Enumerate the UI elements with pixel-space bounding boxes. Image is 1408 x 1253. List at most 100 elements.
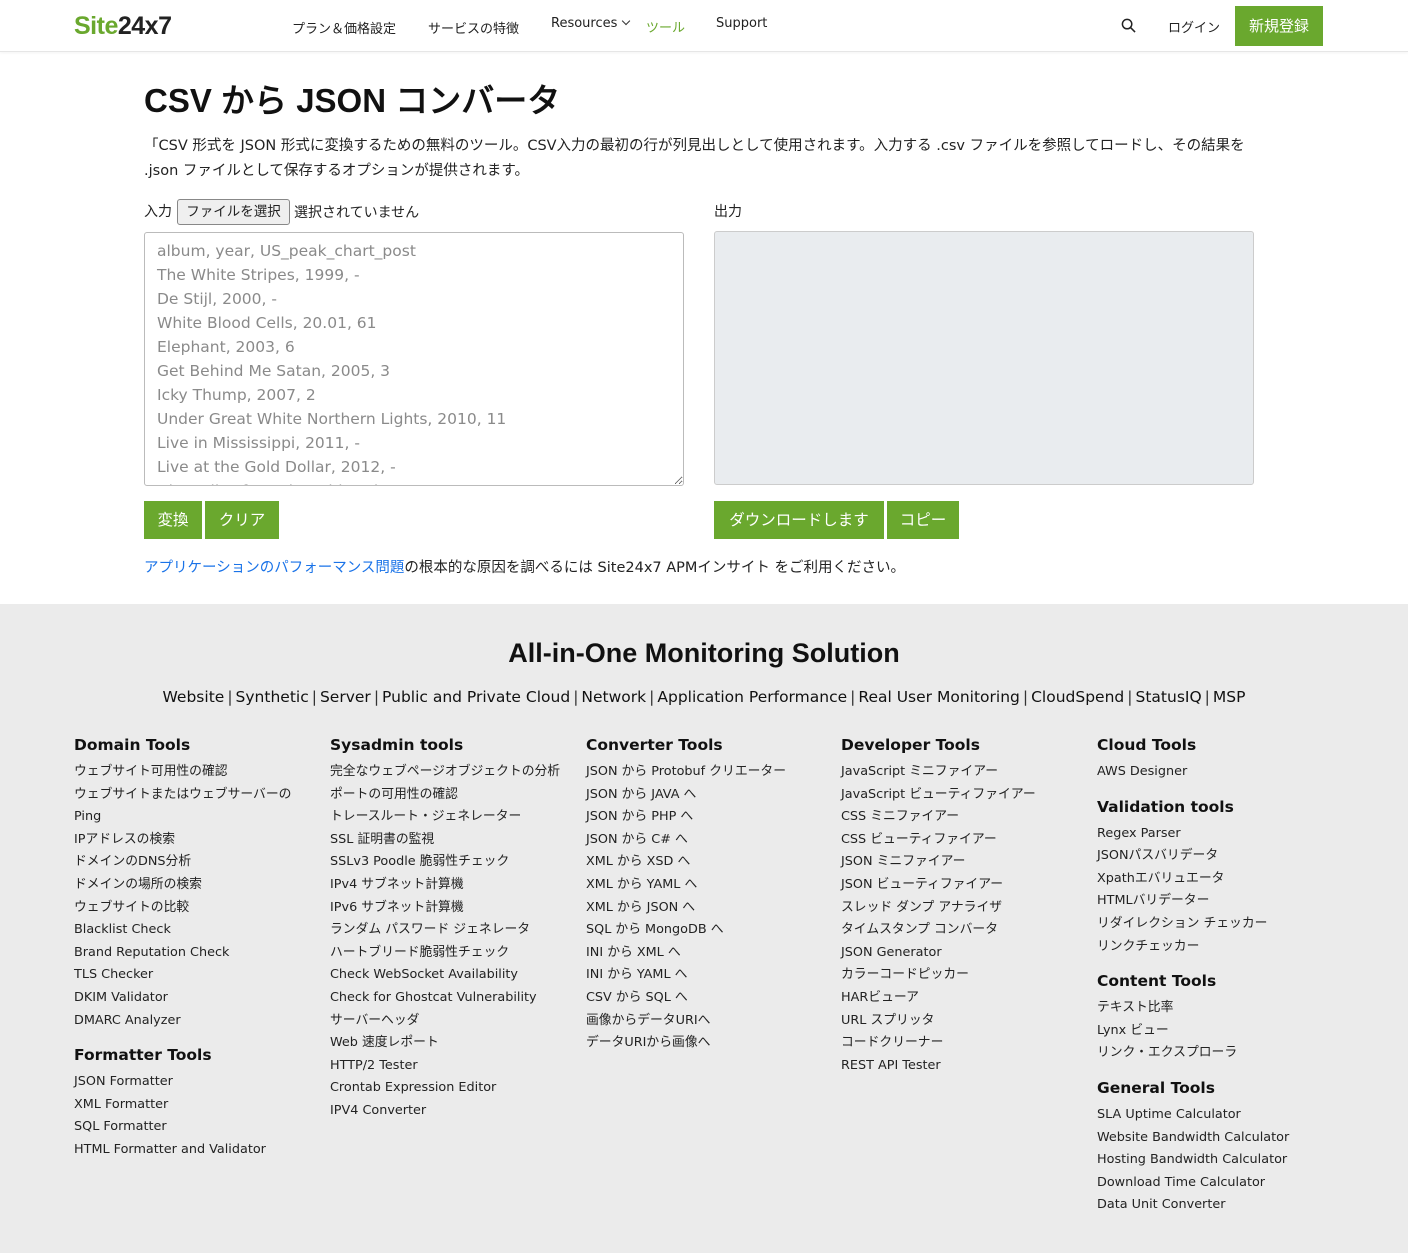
footer-tool-link[interactable]: スレッド ダンプ アナライザ	[841, 897, 1073, 920]
footer-tool-link[interactable]: Hosting Bandwidth Calculator	[1097, 1149, 1329, 1172]
footer-tool-link[interactable]: JSON から Protobuf クリエーター	[586, 761, 818, 784]
csv-input-textarea[interactable]: album, year, US_peak_chart_post The White…	[144, 232, 684, 486]
site24x7-logo[interactable]: Site24x7	[74, 12, 172, 41]
nav-item-3[interactable]: ツール	[646, 17, 685, 36]
footer-product-link[interactable]: Synthetic	[236, 688, 309, 706]
footer-tool-link[interactable]: Check for Ghostcat Vulnerability	[330, 987, 562, 1010]
footer-product-link[interactable]: Website	[163, 688, 225, 706]
choose-file-button[interactable]: ファイルを選択	[177, 199, 290, 225]
footer-product-link[interactable]: Public and Private Cloud	[382, 688, 570, 706]
footer-product-link[interactable]: Server	[320, 688, 371, 706]
footer-tool-link[interactable]: IPv6 サブネット計算機	[330, 897, 562, 920]
footer-tool-link[interactable]: INI から XML へ	[586, 942, 818, 965]
footer-tool-link[interactable]: JSON から C# へ	[586, 829, 818, 852]
footer-product-link[interactable]: CloudSpend	[1031, 688, 1124, 706]
footer-product-link[interactable]: Application Performance	[657, 688, 847, 706]
footer-tool-link[interactable]: ウェブサイトまたはウェブサーバーの Ping	[74, 784, 306, 829]
footer-tool-link[interactable]: TLS Checker	[74, 964, 306, 987]
footer-tool-link[interactable]: データURIから画像へ	[586, 1032, 818, 1055]
footer-tool-link[interactable]: Web 速度レポート	[330, 1032, 562, 1055]
footer-tool-link[interactable]: Website Bandwidth Calculator	[1097, 1127, 1329, 1150]
footer-tool-link[interactable]: SQL から MongoDB へ	[586, 919, 818, 942]
footer-tool-link[interactable]: ウェブサイト可用性の確認	[74, 761, 306, 784]
footer-tool-link[interactable]: SSLv3 Poodle 脆弱性チェック	[330, 851, 562, 874]
footer-tool-link[interactable]: 完全なウェブページオブジェクトの分析	[330, 761, 562, 784]
footer-tool-link[interactable]: HTMLバリデーター	[1097, 890, 1329, 913]
nav-item-4[interactable]: Support	[716, 16, 767, 31]
footer-tool-link[interactable]: CSV から SQL へ	[586, 987, 818, 1010]
footer-tool-link[interactable]: DMARC Analyzer	[74, 1010, 306, 1033]
footer-tool-link[interactable]: HTML Formatter and Validator	[74, 1139, 306, 1162]
footer-tool-link[interactable]: ドメインの場所の検索	[74, 874, 306, 897]
footer-tool-link[interactable]: Brand Reputation Check	[74, 942, 306, 965]
footer-tool-link[interactable]: INI から YAML へ	[586, 964, 818, 987]
login-link[interactable]: ログイン	[1168, 17, 1220, 36]
footer-tool-link[interactable]: リダイレクション チェッカー	[1097, 913, 1329, 936]
footer-tool-link[interactable]: リンクチェッカー	[1097, 936, 1329, 959]
footer-product-link[interactable]: StatusIQ	[1136, 688, 1202, 706]
footer-tool-link[interactable]: JSON Formatter	[74, 1071, 306, 1094]
footer-tool-link[interactable]: SQL Formatter	[74, 1116, 306, 1139]
signup-button[interactable]: 新規登録	[1235, 6, 1323, 46]
footer-tool-link[interactable]: CSS ミニファイアー	[841, 806, 1073, 829]
footer-tool-link[interactable]: Xpathエバリュエータ	[1097, 868, 1329, 891]
footer-tool-link[interactable]: DKIM Validator	[74, 987, 306, 1010]
footer-tool-link[interactable]: JSONパスバリデータ	[1097, 845, 1329, 868]
footer-tool-link[interactable]: CSS ビューティファイアー	[841, 829, 1073, 852]
footer-tool-link[interactable]: SSL 証明書の監視	[330, 829, 562, 852]
footer-product-link[interactable]: Network	[581, 688, 646, 706]
footer-tool-link[interactable]: ポートの可用性の確認	[330, 784, 562, 807]
footer-tool-link[interactable]: XML から JSON へ	[586, 897, 818, 920]
footer-tool-link[interactable]: テキスト比率	[1097, 997, 1329, 1020]
footer-tool-link[interactable]: ウェブサイトの比較	[74, 897, 306, 920]
footer-tool-link[interactable]: タイムスタンプ コンバータ	[841, 919, 1073, 942]
footer-tool-link[interactable]: IPv4 サブネット計算機	[330, 874, 562, 897]
footer-tool-link[interactable]: Blacklist Check	[74, 919, 306, 942]
footer-tool-link[interactable]: IPV4 Converter	[330, 1100, 562, 1123]
copy-button[interactable]: コピー	[887, 501, 959, 539]
footer-tool-link[interactable]: Check WebSocket Availability	[330, 964, 562, 987]
footer-tool-link[interactable]: HARビューア	[841, 987, 1073, 1010]
footer-tool-link[interactable]: カラーコードピッカー	[841, 964, 1073, 987]
footer-product-link[interactable]: MSP	[1213, 688, 1246, 706]
nav-item-0[interactable]: プラン＆価格設定	[292, 18, 396, 37]
footer-tool-link[interactable]: JavaScript ミニファイアー	[841, 761, 1073, 784]
footer-tool-link[interactable]: Regex Parser	[1097, 823, 1329, 846]
footer-tool-link[interactable]: IPアドレスの検索	[74, 829, 306, 852]
footer-tool-link[interactable]: ドメインのDNS分析	[74, 851, 306, 874]
apm-link[interactable]: アプリケーションのパフォーマンス問題	[144, 560, 404, 576]
footer-tool-link[interactable]: AWS Designer	[1097, 761, 1329, 784]
footer-tool-link[interactable]: Crontab Expression Editor	[330, 1077, 562, 1100]
footer-tool-link[interactable]: Download Time Calculator	[1097, 1172, 1329, 1195]
footer-tool-link[interactable]: JSON ミニファイアー	[841, 851, 1073, 874]
footer-tool-link[interactable]: ランダム パスワード ジェネレータ	[330, 919, 562, 942]
footer-tool-link[interactable]: XML から YAML へ	[586, 874, 818, 897]
footer-tool-link[interactable]: REST API Tester	[841, 1055, 1073, 1078]
footer-tool-link[interactable]: Data Unit Converter	[1097, 1194, 1329, 1217]
footer-tool-link[interactable]: JSON ビューティファイアー	[841, 874, 1073, 897]
nav-item-2[interactable]: Resources	[551, 16, 631, 31]
footer-tool-link[interactable]: JSON Generator	[841, 942, 1073, 965]
footer-tool-link[interactable]: コードクリーナー	[841, 1032, 1073, 1055]
footer-tool-link[interactable]: SLA Uptime Calculator	[1097, 1104, 1329, 1127]
footer-tool-link[interactable]: HTTP/2 Tester	[330, 1055, 562, 1078]
search-icon[interactable]	[1121, 18, 1136, 33]
footer-tool-link[interactable]: Lynx ビュー	[1097, 1020, 1329, 1043]
nav-item-1[interactable]: サービスの特徴	[428, 18, 519, 37]
footer-tool-link[interactable]: トレースルート・ジェネレーター	[330, 806, 562, 829]
footer-tool-link[interactable]: JavaScript ビューティファイアー	[841, 784, 1073, 807]
footer-tool-link[interactable]: XML から XSD へ	[586, 851, 818, 874]
footer-tool-link[interactable]: JSON から PHP へ	[586, 806, 818, 829]
footer-tool-link[interactable]: URL スプリッタ	[841, 1010, 1073, 1033]
convert-button[interactable]: 変換	[144, 501, 202, 539]
footer-product-link[interactable]: Real User Monitoring	[858, 688, 1020, 706]
download-button[interactable]: ダウンロードします	[714, 501, 884, 539]
json-output-textarea[interactable]	[714, 231, 1254, 485]
footer-tool-link[interactable]: サーバーヘッダ	[330, 1010, 562, 1033]
footer-tool-link[interactable]: JSON から JAVA へ	[586, 784, 818, 807]
footer-tool-link[interactable]: 画像からデータURIへ	[586, 1010, 818, 1033]
footer-tool-link[interactable]: ハートブリード脆弱性チェック	[330, 942, 562, 965]
footer-tool-link[interactable]: リンク・エクスプローラ	[1097, 1042, 1329, 1065]
footer-tool-link[interactable]: XML Formatter	[74, 1094, 306, 1117]
clear-button[interactable]: クリア	[205, 501, 279, 539]
